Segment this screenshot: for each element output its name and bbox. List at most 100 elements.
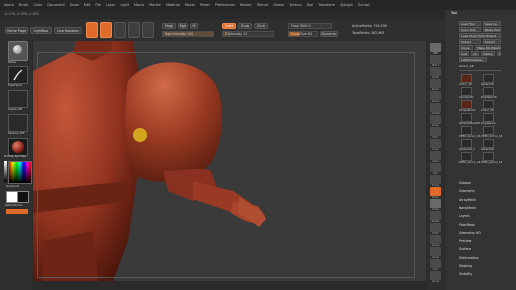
export-button[interactable]: Export xyxy=(483,39,501,44)
menu-item[interactable]: Draw xyxy=(70,3,79,7)
tool-thumbnail[interactable] xyxy=(483,126,494,135)
stroke-icon[interactable] xyxy=(8,66,28,84)
make-polymesh-button[interactable]: Make PolyMesh3D xyxy=(475,45,501,50)
brush-icon[interactable] xyxy=(8,41,28,61)
tool-thumbnail[interactable] xyxy=(461,113,472,122)
subpalette-preview[interactable]: Preview xyxy=(459,239,471,243)
tool-thumbnail[interactable] xyxy=(461,100,472,109)
alternate-button[interactable] xyxy=(6,209,28,214)
subpalette-surface[interactable]: Surface xyxy=(459,247,471,251)
menu-item[interactable]: Render xyxy=(240,3,252,7)
z-intensity-slider[interactable]: Z Intensity 13 xyxy=(222,31,274,37)
menu-item[interactable]: Texture xyxy=(289,3,301,7)
clone-button[interactable]: Clone xyxy=(459,45,473,50)
m-button[interactable]: M xyxy=(190,23,198,29)
menu-item[interactable]: Brush xyxy=(19,3,29,7)
menu-item[interactable]: Stencil xyxy=(257,3,268,7)
color-value-strip[interactable] xyxy=(4,161,7,182)
subpalette-layers[interactable]: Layers xyxy=(459,214,470,218)
right-shelf-button[interactable] xyxy=(430,91,441,100)
tool-thumbnail[interactable] xyxy=(483,100,494,109)
texture-icon[interactable] xyxy=(8,114,28,132)
subpalette-geometry-hd[interactable]: Geometry HD xyxy=(459,231,481,235)
right-shelf-button[interactable] xyxy=(430,127,441,136)
menu-item[interactable]: Material xyxy=(166,3,180,7)
right-shelf-button[interactable] xyxy=(430,163,441,172)
menu-item[interactable]: Tool xyxy=(307,3,314,7)
menu-item[interactable]: Stroke xyxy=(273,3,284,7)
color-picker[interactable] xyxy=(8,161,32,184)
goz-button[interactable]: GoZ xyxy=(459,51,469,56)
menu-item[interactable]: Zscript xyxy=(358,3,370,7)
draw-mode-icon[interactable] xyxy=(100,22,112,38)
all-button[interactable]: All xyxy=(471,51,479,56)
scale-mode-icon[interactable] xyxy=(128,22,140,38)
menu-item[interactable]: Macro xyxy=(134,3,144,7)
tool-thumbnail[interactable] xyxy=(461,152,472,161)
menu-item[interactable]: Document xyxy=(47,3,65,7)
zadd-button[interactable]: Zadd xyxy=(222,23,236,29)
subpalette-nanomesh[interactable]: NanoMesh xyxy=(459,206,476,210)
tool-thumbnail[interactable] xyxy=(461,74,472,83)
right-shelf-button[interactable] xyxy=(430,79,441,88)
load-tool-button[interactable]: Load Tool xyxy=(459,21,481,26)
dynamic-button[interactable]: Dynamic xyxy=(320,31,338,37)
subpalette-deformation[interactable]: Deformation xyxy=(459,256,479,260)
save-as-button[interactable]: Save As xyxy=(483,21,501,26)
right-shelf-button[interactable] xyxy=(430,187,441,196)
menu-item[interactable]: Layer xyxy=(106,3,115,7)
right-shelf-button[interactable] xyxy=(430,55,441,64)
live-boolean-button[interactable]: Live Boolean xyxy=(54,27,82,34)
move-mode-icon[interactable] xyxy=(114,22,126,38)
right-shelf-button[interactable] xyxy=(430,175,441,184)
lightbox-tools-button[interactable]: Lightbox▸Tools xyxy=(459,57,487,62)
zcut-button[interactable]: Zcut xyxy=(254,23,268,29)
tool-thumbnail[interactable] xyxy=(483,152,494,161)
home-page-button[interactable]: Home Page xyxy=(5,27,28,34)
menu-item[interactable]: Marker xyxy=(149,3,161,7)
subpalette-arraymesh[interactable]: ArrayMesh xyxy=(459,198,476,202)
tool-thumbnail[interactable] xyxy=(461,126,472,135)
right-shelf-button[interactable] xyxy=(430,271,441,280)
subpalette-masking[interactable]: Masking xyxy=(459,264,472,268)
menu-item[interactable]: Preferences xyxy=(215,3,235,7)
menu-item[interactable]: Light xyxy=(120,3,128,7)
draw-size-slider[interactable]: Draw Size 64 xyxy=(288,31,318,37)
r-button[interactable]: R xyxy=(497,51,501,56)
right-shelf-button[interactable] xyxy=(430,259,441,268)
right-shelf-button[interactable] xyxy=(430,103,441,112)
right-shelf-button[interactable] xyxy=(430,139,441,148)
switch-color-label[interactable]: SwitchColor xyxy=(5,203,23,207)
rgb-button[interactable]: Rgb xyxy=(178,23,188,29)
menu-item[interactable]: Edit xyxy=(84,3,91,7)
copy-tool-button[interactable]: Copy Tool xyxy=(459,27,481,32)
load-from-project-button[interactable]: Load Tools From Project xyxy=(459,33,501,38)
right-shelf-button[interactable] xyxy=(430,115,441,124)
tool-thumbnail[interactable] xyxy=(461,87,472,96)
menu-item[interactable]: Movie xyxy=(185,3,195,7)
material-icon[interactable] xyxy=(8,138,28,156)
secondary-color-swatch[interactable] xyxy=(17,191,29,203)
menu-item[interactable]: Zplugin xyxy=(340,3,353,7)
rotate-mode-icon[interactable] xyxy=(142,22,154,38)
import-button[interactable]: Import xyxy=(459,39,481,44)
mrgb-button[interactable]: Mrgb xyxy=(162,23,176,29)
tool-thumbnail[interactable] xyxy=(483,87,494,96)
tool-thumbnail[interactable] xyxy=(483,139,494,148)
zsub-button[interactable]: Zsub xyxy=(238,23,252,29)
right-shelf-button[interactable] xyxy=(430,43,441,52)
menu-item[interactable]: Alpha xyxy=(4,3,14,7)
menu-item[interactable]: Color xyxy=(33,3,42,7)
right-shelf-button[interactable] xyxy=(430,211,441,220)
menu-item[interactable]: Picker xyxy=(200,3,210,7)
right-shelf-button[interactable] xyxy=(430,247,441,256)
tool-thumbnail[interactable] xyxy=(461,139,472,148)
subpalette-fibermesh[interactable]: FiberMesh xyxy=(459,223,475,227)
paste-tool-button[interactable]: Paste Tool xyxy=(483,27,501,32)
subpalette-visibility[interactable]: Visibility xyxy=(459,272,472,276)
tool-thumbnail[interactable] xyxy=(483,74,494,83)
right-shelf-button[interactable] xyxy=(430,151,441,160)
alpha-icon[interactable] xyxy=(8,90,28,108)
subpalette-geometry[interactable]: Geometry xyxy=(459,189,475,193)
right-shelf-button[interactable] xyxy=(430,235,441,244)
